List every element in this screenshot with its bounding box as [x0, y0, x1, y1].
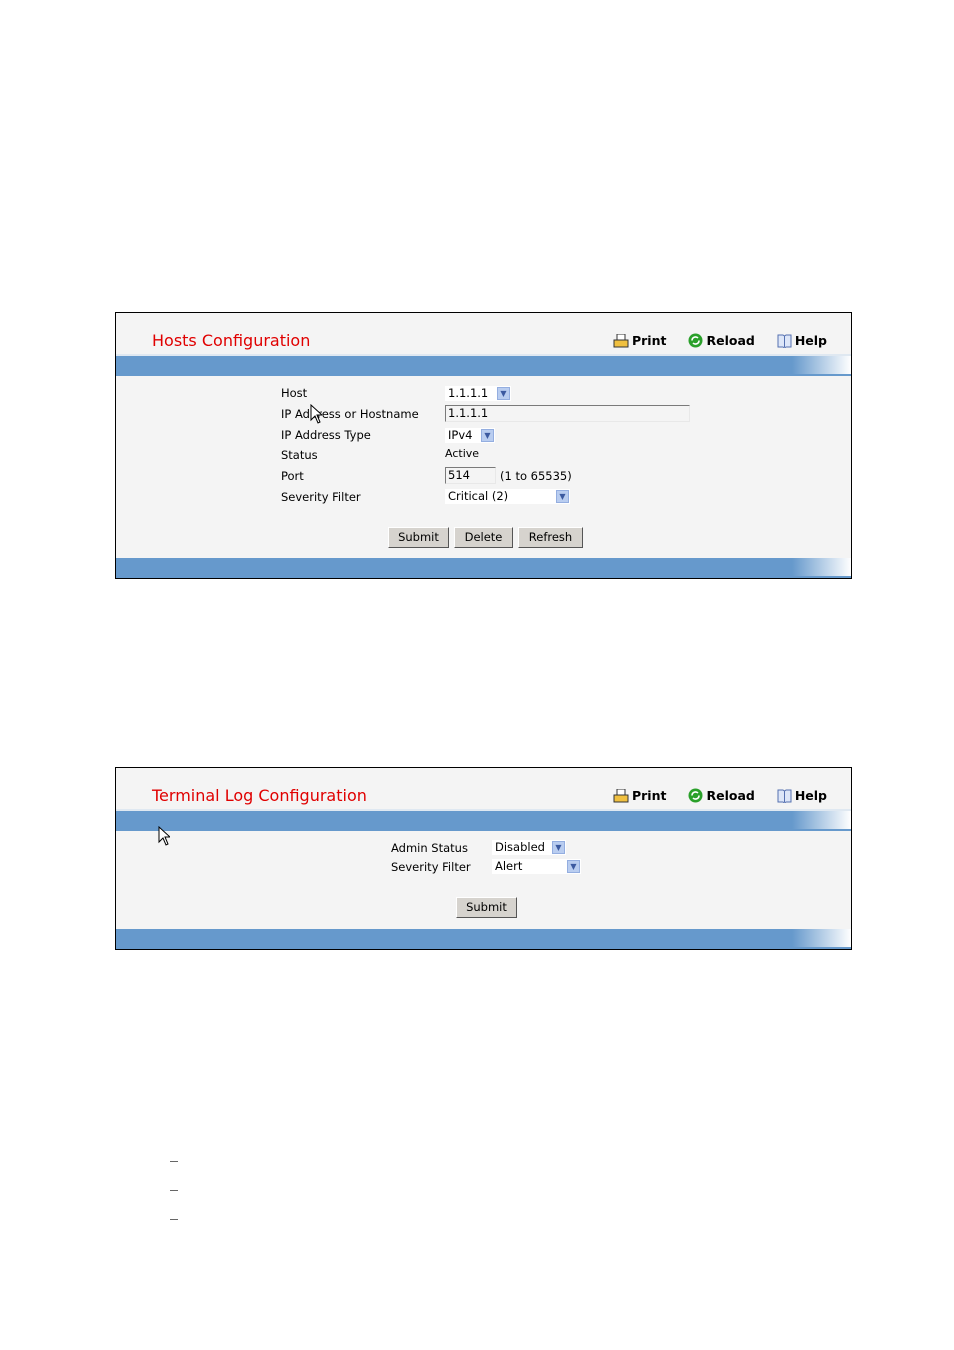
ip-label: IP Address or Hostname	[281, 407, 419, 421]
reload-button[interactable]: Reload	[688, 788, 755, 803]
host-select-value: 1.1.1.1	[448, 386, 489, 400]
toolbar: Print Reload Help	[613, 788, 827, 803]
toolbar: Print Reload Help	[613, 333, 827, 348]
severity-filter-value: Alert	[495, 859, 523, 873]
status-label: Status	[281, 448, 318, 462]
severity-filter-select[interactable]: Critical (2) ▼	[445, 489, 570, 504]
reload-icon	[688, 788, 703, 803]
list-dash	[170, 1219, 178, 1220]
submit-button[interactable]: Submit	[456, 897, 517, 918]
ip-address-input[interactable]: 1.1.1.1	[445, 405, 690, 422]
help-button[interactable]: Help	[777, 333, 827, 348]
mouse-cursor-icon	[158, 826, 170, 846]
status-value: Active	[445, 447, 480, 460]
severity-label: Severity Filter	[281, 490, 361, 504]
print-label: Print	[631, 333, 667, 348]
terminal-log-configuration-panel: Terminal Log Configuration Print Reload …	[115, 767, 852, 950]
header-band	[116, 809, 851, 831]
ip-type-value: IPv4	[448, 428, 473, 442]
help-button[interactable]: Help	[777, 788, 827, 803]
footer-band	[116, 558, 851, 578]
refresh-button[interactable]: Refresh	[518, 527, 583, 548]
page-title: Hosts Configuration	[152, 331, 311, 350]
reload-button[interactable]: Reload	[688, 333, 755, 348]
header-band	[116, 354, 851, 376]
admin-status-value: Disabled	[495, 840, 545, 854]
port-label: Port	[281, 469, 304, 483]
print-button[interactable]: Print	[613, 333, 667, 348]
hosts-configuration-panel: Hosts Configuration Print Reload Help Ho…	[115, 312, 852, 579]
host-select[interactable]: 1.1.1.1 ▼	[445, 386, 511, 401]
help-label: Help	[794, 788, 827, 803]
mouse-cursor-icon	[310, 404, 322, 424]
chevron-down-icon: ▼	[497, 387, 510, 400]
print-icon	[613, 333, 629, 347]
help-label: Help	[794, 333, 827, 348]
print-label: Print	[631, 788, 667, 803]
print-icon	[613, 788, 629, 802]
chevron-down-icon: ▼	[567, 860, 580, 873]
print-button[interactable]: Print	[613, 788, 667, 803]
page-title: Terminal Log Configuration	[152, 786, 367, 805]
list-dash	[170, 1161, 178, 1162]
port-input[interactable]: 514	[445, 467, 496, 484]
admin-status-label: Admin Status	[391, 841, 468, 855]
footer-band	[116, 929, 851, 949]
reload-icon	[688, 333, 703, 348]
severity-filter-value: Critical (2)	[448, 489, 509, 503]
reload-label: Reload	[706, 333, 755, 348]
chevron-down-icon: ▼	[481, 429, 494, 442]
admin-status-select[interactable]: Disabled ▼	[492, 840, 566, 855]
severity-label: Severity Filter	[391, 860, 471, 874]
port-range-hint: (1 to 65535)	[500, 469, 572, 483]
ip-type-select[interactable]: IPv4 ▼	[445, 428, 495, 443]
host-label: Host	[281, 386, 308, 400]
help-icon	[777, 789, 792, 803]
help-icon	[777, 334, 792, 348]
list-dash	[170, 1190, 178, 1191]
submit-button[interactable]: Submit	[388, 527, 449, 548]
chevron-down-icon: ▼	[552, 841, 565, 854]
reload-label: Reload	[706, 788, 755, 803]
ip-type-label: IP Address Type	[281, 428, 371, 442]
delete-button[interactable]: Delete	[454, 527, 513, 548]
severity-filter-select[interactable]: Alert ▼	[492, 859, 581, 874]
chevron-down-icon: ▼	[556, 490, 569, 503]
